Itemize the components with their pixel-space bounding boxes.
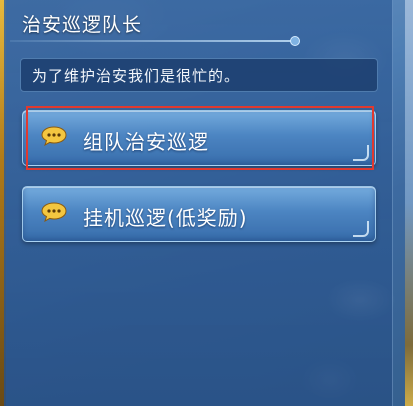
option-corner-ornament — [353, 145, 369, 161]
option-corner-ornament — [353, 221, 369, 237]
npc-dialog-panel: 治安巡逻队长 为了维护治安我们是很忙的。 组队治安巡逻 挂机巡逻(低奖励) — [4, 0, 393, 406]
speech-bubble-icon — [41, 202, 67, 222]
npc-message-box: 为了维护治安我们是很忙的。 — [20, 58, 378, 92]
option-team-patrol-button[interactable]: 组队治安巡逻 — [22, 110, 376, 166]
option-label: 组队治安巡逻 — [83, 130, 209, 154]
npc-message-text: 为了维护治安我们是很忙的。 — [32, 67, 241, 85]
title-divider — [10, 40, 296, 42]
option-label: 挂机巡逻(低奖励) — [83, 206, 248, 230]
right-side-frame — [405, 0, 413, 406]
title-divider-dot — [290, 36, 300, 46]
option-afk-patrol-button[interactable]: 挂机巡逻(低奖励) — [22, 186, 376, 242]
npc-name-title: 治安巡逻队长 — [22, 14, 143, 36]
speech-bubble-icon — [41, 126, 67, 146]
